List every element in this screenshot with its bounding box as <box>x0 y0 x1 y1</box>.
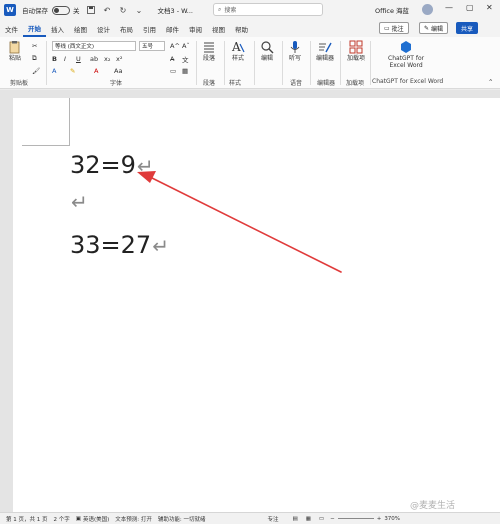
read-mode-icon[interactable]: ▤ <box>292 516 297 522</box>
text-predictions[interactable]: 文本预测: 打开 <box>115 515 152 523</box>
page-count[interactable]: 第 1 页，共 1 页 <box>6 515 48 523</box>
web-layout-icon[interactable]: ▭ <box>319 516 324 522</box>
focus-button[interactable]: 专注 <box>267 515 278 523</box>
language[interactable]: 英语(美国) <box>83 515 109 523</box>
zoom-in-icon[interactable]: + <box>377 516 382 522</box>
print-layout-icon[interactable]: ▦ <box>306 516 311 522</box>
word-count[interactable]: 2 个字 <box>54 515 70 523</box>
status-bar: 第 1 页，共 1 页 2 个字 ▣ 英语(美国) 文本预测: 打开 辅助功能:… <box>0 512 500 524</box>
zoom-level[interactable]: 370% <box>384 516 400 522</box>
annotation-arrow <box>137 171 342 273</box>
zoom-slider[interactable] <box>337 518 374 519</box>
accessibility-status[interactable]: 辅助功能: 一切就绪 <box>158 515 206 523</box>
proofing-icon[interactable]: ▣ <box>76 516 81 522</box>
watermark: @麦麦生活 <box>410 501 456 511</box>
zoom-out-icon[interactable]: − <box>330 516 335 522</box>
